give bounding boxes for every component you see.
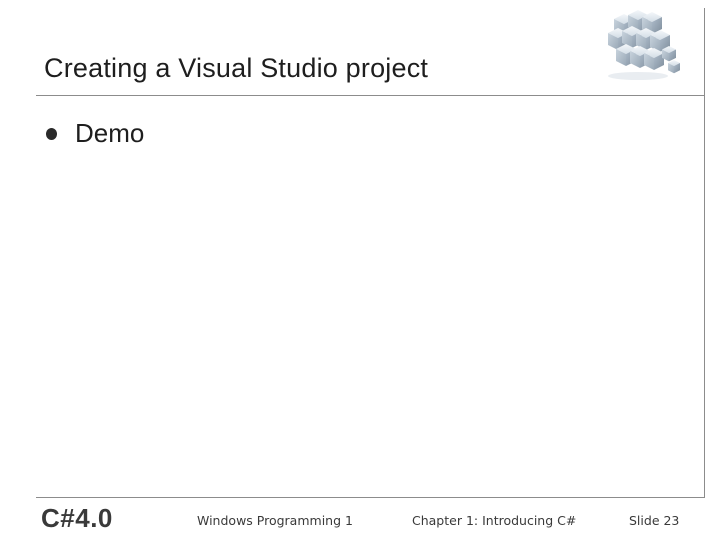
footer-slide-number: Slide 23 [629, 513, 680, 528]
slide-title: Creating a Visual Studio project [44, 53, 429, 83]
footer-brand: C#4.0 [41, 503, 113, 533]
right-frame-line [704, 8, 705, 498]
bullet-item: Demo [46, 118, 144, 149]
footer-divider-line [36, 497, 705, 498]
bullet-dot-icon [46, 127, 57, 140]
footer-course: Windows Programming 1 [197, 513, 353, 528]
bullet-text: Demo [75, 118, 145, 148]
stacked-cubes-logo-icon [608, 10, 680, 80]
footer-chapter: Chapter 1: Introducing C# [412, 513, 577, 528]
title-divider-line [36, 95, 704, 96]
slide: Creating a Visual Studio project Demo C#… [0, 0, 720, 540]
